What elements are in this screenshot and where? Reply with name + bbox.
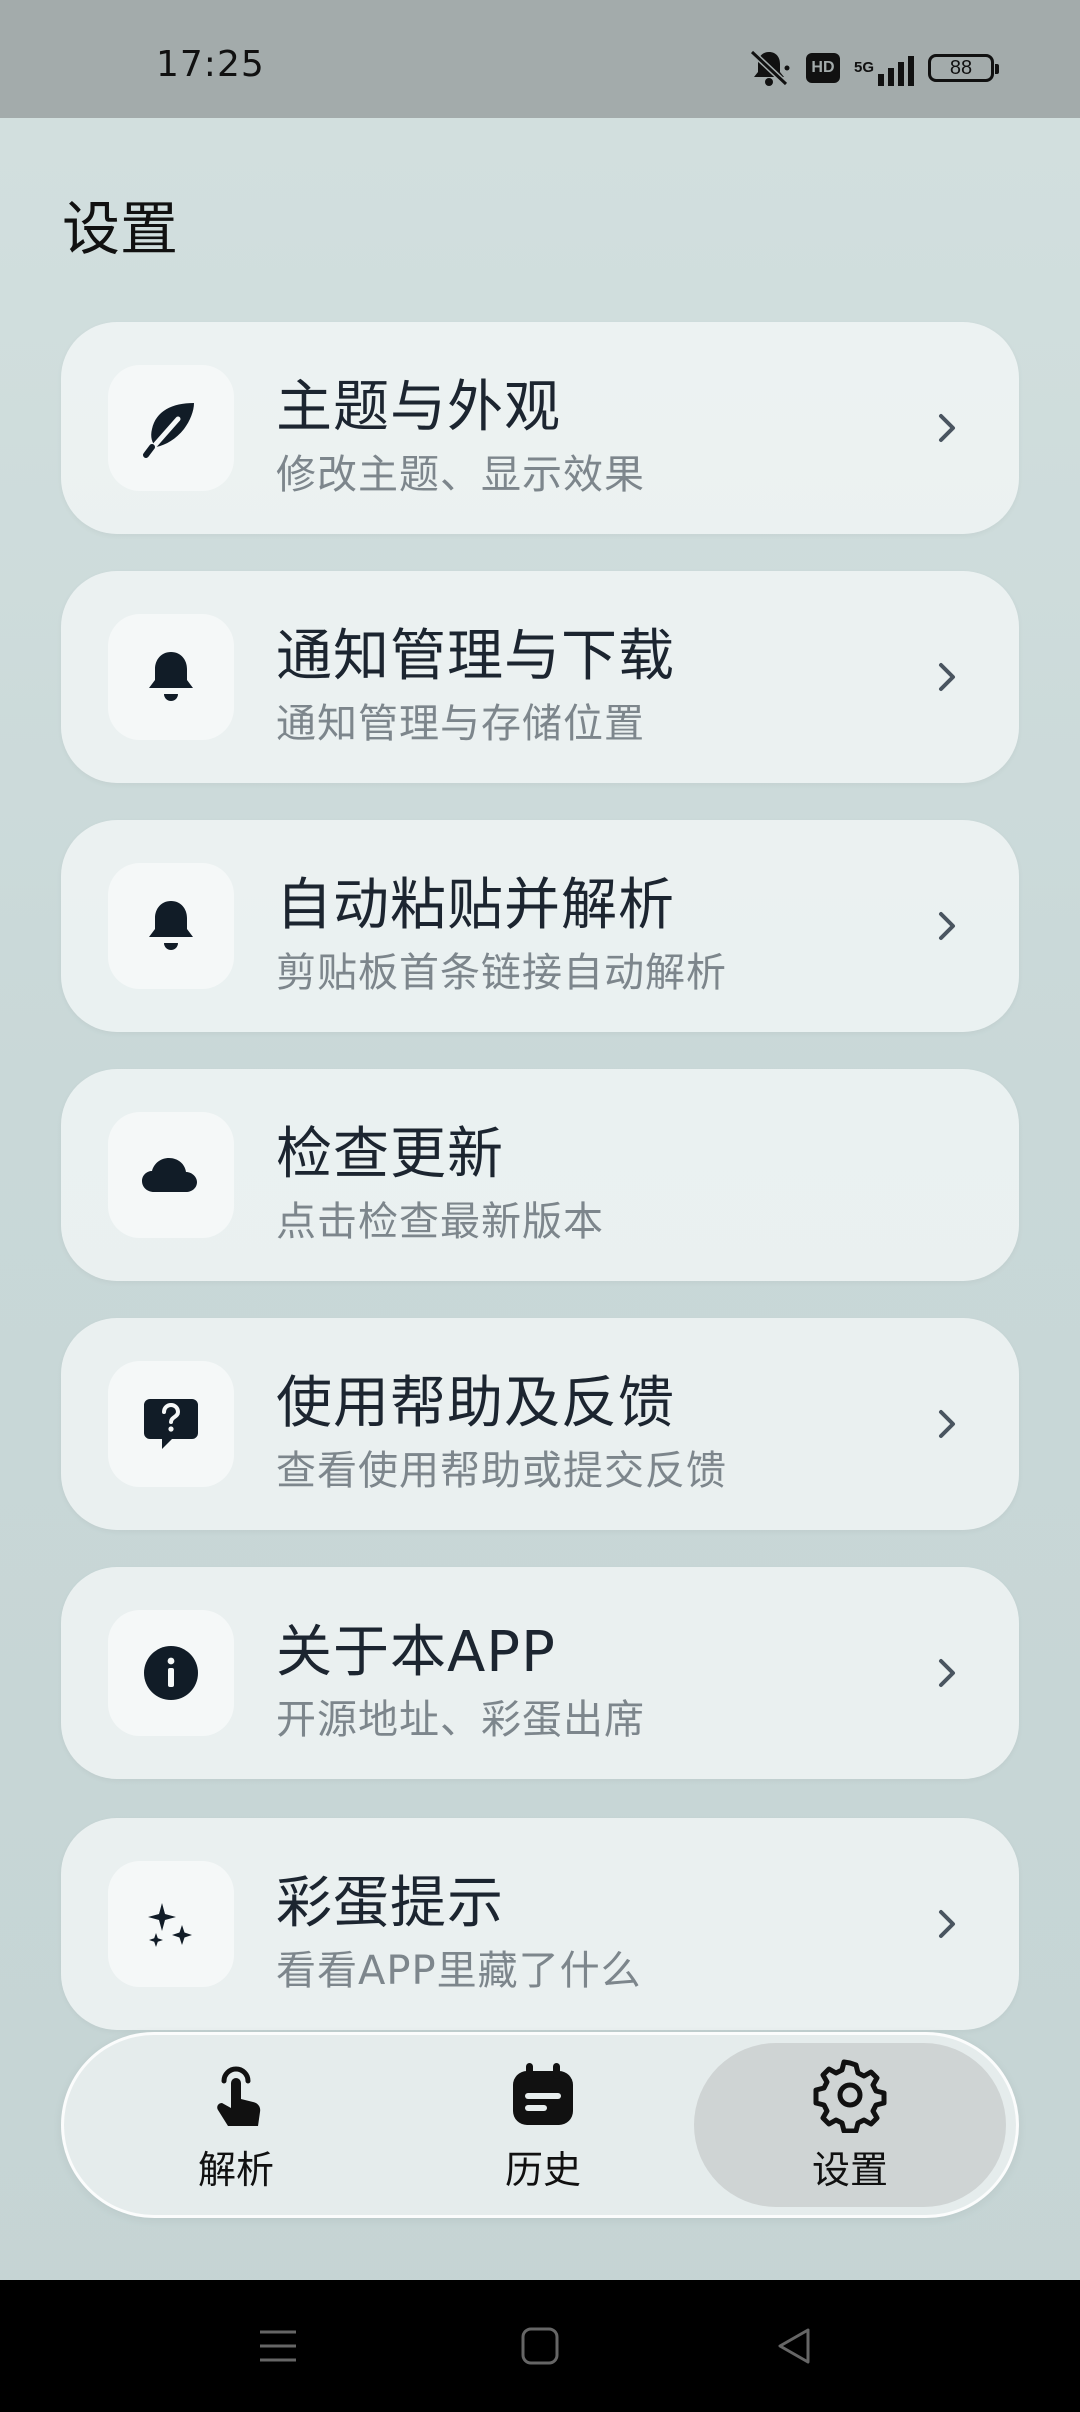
status-icons: HD 5G 88 [746, 46, 999, 90]
gear-icon [813, 2059, 887, 2133]
bell-icon [149, 901, 193, 950]
leaf-icon [143, 403, 194, 458]
about-icon-box [108, 1610, 234, 1736]
nav-label: 设置 [811, 2147, 888, 2192]
settings-item-theme[interactable]: 主题与外观 修改主题、显示效果 [61, 322, 1019, 534]
update-icon-box [108, 1112, 234, 1238]
tap-icon [217, 2066, 261, 2126]
settings-item-subtitle: 点击检查最新版本 [276, 1199, 604, 1245]
nav-tab-parse[interactable]: 解析 [80, 2043, 392, 2207]
settings-item-subtitle: 修改主题、显示效果 [276, 452, 645, 498]
settings-item-notification[interactable]: 通知管理与下载 通知管理与存储位置 [61, 571, 1019, 783]
chevron-right-icon [939, 912, 955, 940]
nav-tab-settings[interactable]: 设置 [694, 2043, 1006, 2207]
bell-off-icon [749, 49, 790, 87]
chevron-right-icon [939, 663, 955, 691]
settings-item-title: 使用帮助及反馈 [276, 1371, 675, 1436]
settings-item-subtitle: 看看APP里藏了什么 [276, 1948, 642, 1994]
bottom-navigation: 解析 历史 设置 [61, 2032, 1019, 2218]
nav-label: 解析 [197, 2147, 274, 2192]
settings-item-title: 通知管理与下载 [276, 624, 675, 689]
back-icon[interactable] [772, 2324, 816, 2368]
settings-item-title: 自动粘贴并解析 [276, 873, 675, 938]
network-label: 5G [853, 59, 874, 76]
battery-level: 88 [949, 56, 973, 79]
history-icon [513, 2062, 573, 2125]
battery-icon: 88 [928, 54, 999, 82]
settings-item-auto-paste[interactable]: 自动粘贴并解析 剪贴板首条链接自动解析 [61, 820, 1019, 1032]
settings-item-check-update[interactable]: 检查更新 点击检查最新版本 [61, 1069, 1019, 1281]
system-navigation-bar [0, 2280, 1080, 2412]
info-icon [144, 1646, 198, 1700]
help-chat-icon [144, 1399, 198, 1449]
chevron-right-icon [939, 1659, 955, 1687]
settings-item-about[interactable]: 关于本APP 开源地址、彩蛋出席 [61, 1567, 1019, 1779]
settings-item-subtitle: 通知管理与存储位置 [276, 701, 645, 747]
settings-item-subtitle: 剪贴板首条链接自动解析 [276, 950, 727, 996]
auto-paste-icon-box [108, 863, 234, 989]
settings-item-title: 检查更新 [276, 1122, 504, 1187]
settings-item-subtitle: 查看使用帮助或提交反馈 [276, 1448, 727, 1494]
settings-item-help-feedback[interactable]: 使用帮助及反馈 查看使用帮助或提交反馈 [61, 1318, 1019, 1530]
status-time: 17:25 [156, 44, 265, 85]
settings-item-title: 彩蛋提示 [276, 1871, 504, 1936]
status-bar: 17:25 HD 5G 88 [0, 0, 1080, 118]
chevron-right-icon [939, 1910, 955, 1938]
nav-label: 历史 [504, 2147, 581, 2192]
help-icon-box [108, 1361, 234, 1487]
theme-icon-box [108, 365, 234, 491]
settings-item-title: 主题与外观 [276, 375, 561, 440]
menu-icon[interactable] [256, 2324, 300, 2368]
settings-item-title: 关于本APP [276, 1620, 556, 1685]
chevron-right-icon [939, 414, 955, 442]
cloud-icon [142, 1158, 197, 1192]
notification-icon-box [108, 614, 234, 740]
bell-icon [149, 652, 193, 701]
hd-icon: HD [805, 53, 840, 83]
home-icon[interactable] [518, 2324, 562, 2368]
settings-item-subtitle: 开源地址、彩蛋出席 [276, 1697, 645, 1743]
signal-5g-icon: 5G [854, 50, 914, 86]
easter-egg-icon-box [108, 1861, 234, 1987]
settings-item-easter-egg[interactable]: 彩蛋提示 看看APP里藏了什么 [61, 1818, 1019, 2030]
page-title: 设置 [62, 195, 179, 263]
nav-tab-history[interactable]: 历史 [387, 2043, 699, 2207]
chevron-right-icon [939, 1410, 955, 1438]
sparkles-icon [148, 1903, 192, 1947]
